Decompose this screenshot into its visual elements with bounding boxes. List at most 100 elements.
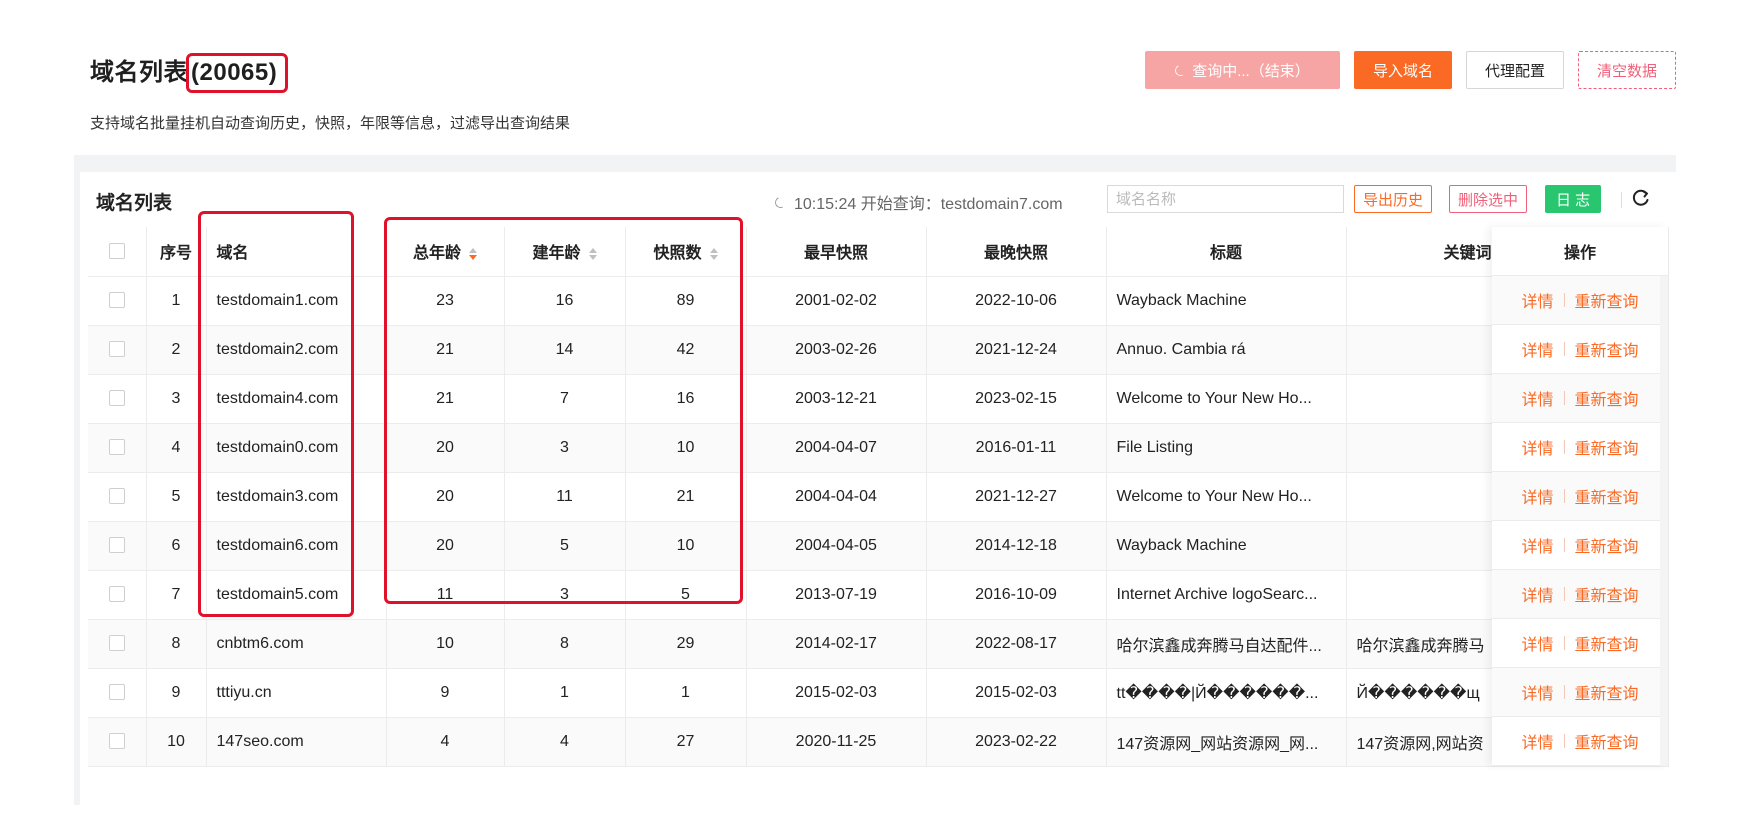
row-earliest-snapshot: 2020-11-25 xyxy=(746,717,927,767)
row-snapshots: 1 xyxy=(625,668,747,718)
row-snapshots: 29 xyxy=(625,619,747,669)
row-checkbox[interactable] xyxy=(108,439,125,456)
row-total-age: 20 xyxy=(386,521,505,571)
detail-link[interactable]: 详情 xyxy=(1511,484,1563,508)
row-snapshots: 16 xyxy=(625,374,747,424)
table-row: 5 testdomain3.com 20 11 21 2004-04-04 2021-12-… xyxy=(88,472,1669,522)
table-row: 3 testdomain4.com 21 7 16 2003-12-21 2023-02-1… xyxy=(88,374,1669,424)
row-checkbox[interactable] xyxy=(108,341,125,358)
row-title: Internet Archive logoSearc... xyxy=(1106,570,1347,620)
row-actions: 详情 重新查询 xyxy=(1492,570,1668,619)
row-total-age: 4 xyxy=(386,717,505,767)
detail-link[interactable]: 详情 xyxy=(1511,582,1563,606)
requery-link[interactable]: 重新查询 xyxy=(1565,386,1649,410)
domain-search-input[interactable] xyxy=(1107,185,1344,213)
row-latest-snapshot: 2016-01-11 xyxy=(926,423,1107,473)
header-total-age[interactable]: 总年龄 xyxy=(386,227,505,277)
header-index: 序号 xyxy=(146,227,207,277)
select-all-cell xyxy=(88,227,147,277)
top-actions: 查询中...（结束） 导入域名 代理配置 清空数据 xyxy=(1144,51,1676,89)
requery-link[interactable]: 重新查询 xyxy=(1565,337,1649,361)
row-latest-snapshot: 2015-02-03 xyxy=(926,668,1107,718)
stop-query-button[interactable]: 查询中...（结束） xyxy=(1144,51,1340,89)
row-domain: cnbtm6.com xyxy=(206,619,387,669)
detail-link[interactable]: 详情 xyxy=(1511,288,1563,312)
detail-link[interactable]: 详情 xyxy=(1511,386,1563,410)
status-spinner-icon xyxy=(773,194,788,210)
row-total-age: 20 xyxy=(386,472,505,522)
requery-link[interactable]: 重新查询 xyxy=(1565,631,1649,655)
requery-link[interactable]: 重新查询 xyxy=(1565,533,1649,557)
row-title: 147资源网_网站资源网_网... xyxy=(1106,717,1347,767)
table-row: 9 tttiyu.cn 9 1 1 2015-02-03 2015-02-03 tt����|… xyxy=(88,668,1669,718)
query-status-text: 10:15:24 开始查询：testdomain7.com xyxy=(794,196,1063,213)
row-snapshots: 10 xyxy=(625,423,747,473)
header-build-age-label: 建年龄 xyxy=(532,245,581,263)
detail-link[interactable]: 详情 xyxy=(1511,729,1563,753)
proxy-config-button[interactable]: 代理配置 xyxy=(1465,51,1564,89)
header-build-age[interactable]: 建年龄 xyxy=(504,227,626,277)
row-earliest-snapshot: 2013-07-19 xyxy=(746,570,927,620)
detail-link[interactable]: 详情 xyxy=(1511,631,1563,655)
row-domain: tttiyu.cn xyxy=(206,668,387,718)
row-checkbox[interactable] xyxy=(108,488,125,505)
row-domain: testdomain1.com xyxy=(206,276,387,326)
row-checkbox[interactable] xyxy=(108,292,125,309)
page-title: 域名列表 (20065) xyxy=(90,52,289,93)
delete-selected-button[interactable]: 删除选中 xyxy=(1449,185,1528,213)
row-domain: testdomain6.com xyxy=(206,521,387,571)
row-domain: 147seo.com xyxy=(206,717,387,767)
row-earliest-snapshot: 2003-02-26 xyxy=(746,325,927,375)
row-checkbox-cell xyxy=(88,570,147,620)
requery-link[interactable]: 重新查询 xyxy=(1565,435,1649,459)
row-checkbox[interactable] xyxy=(108,390,125,407)
requery-link[interactable]: 重新查询 xyxy=(1565,729,1649,753)
row-checkbox[interactable] xyxy=(108,684,125,701)
row-latest-snapshot: 2021-12-24 xyxy=(926,325,1107,375)
import-domains-button[interactable]: 导入域名 xyxy=(1353,51,1452,89)
row-title: Wayback Machine xyxy=(1106,521,1347,571)
requery-link[interactable]: 重新查询 xyxy=(1565,288,1649,312)
row-total-age: 11 xyxy=(386,570,505,620)
row-title: Welcome to Your New Ho... xyxy=(1106,374,1347,424)
sort-caret-icon[interactable] xyxy=(469,248,477,261)
row-index: 8 xyxy=(146,619,207,669)
row-earliest-snapshot: 2004-04-05 xyxy=(746,521,927,571)
log-button[interactable]: 日 志 xyxy=(1545,185,1602,213)
row-actions: 详情 重新查询 xyxy=(1492,472,1668,521)
card-title: 域名列表 xyxy=(96,193,173,214)
export-history-button[interactable]: 导出历史 xyxy=(1354,185,1433,213)
detail-link[interactable]: 详情 xyxy=(1511,680,1563,704)
row-checkbox-cell xyxy=(88,472,147,522)
detail-link[interactable]: 详情 xyxy=(1511,337,1563,361)
row-title: Welcome to Your New Ho... xyxy=(1106,472,1347,522)
row-earliest-snapshot: 2001-02-02 xyxy=(746,276,927,326)
row-checkbox[interactable] xyxy=(108,537,125,554)
detail-link[interactable]: 详情 xyxy=(1511,533,1563,557)
detail-link[interactable]: 详情 xyxy=(1511,435,1563,459)
row-index: 10 xyxy=(146,717,207,767)
requery-link[interactable]: 重新查询 xyxy=(1565,680,1649,704)
requery-link[interactable]: 重新查询 xyxy=(1565,484,1649,508)
row-actions: 详情 重新查询 xyxy=(1492,423,1668,472)
sort-caret-icon[interactable] xyxy=(709,248,718,261)
row-build-age: 4 xyxy=(504,717,626,767)
clear-data-button[interactable]: 清空数据 xyxy=(1577,51,1676,89)
row-build-age: 5 xyxy=(504,521,626,571)
row-total-age: 9 xyxy=(386,668,505,718)
row-checkbox[interactable] xyxy=(108,733,125,750)
requery-link[interactable]: 重新查询 xyxy=(1565,582,1649,606)
row-index: 6 xyxy=(146,521,207,571)
select-all-checkbox[interactable] xyxy=(108,243,125,260)
sort-caret-icon[interactable] xyxy=(588,248,597,261)
row-snapshots: 42 xyxy=(625,325,747,375)
table-scrollbar[interactable] xyxy=(1660,276,1668,766)
header-snapshots[interactable]: 快照数 xyxy=(625,227,747,277)
row-title: tt����|Й������... xyxy=(1106,668,1347,718)
row-build-age: 3 xyxy=(504,423,626,473)
refresh-icon[interactable] xyxy=(1631,188,1651,208)
row-actions: 详情 重新查询 xyxy=(1492,276,1668,325)
row-checkbox[interactable] xyxy=(108,635,125,652)
row-checkbox-cell xyxy=(88,521,147,571)
row-checkbox[interactable] xyxy=(108,586,125,603)
